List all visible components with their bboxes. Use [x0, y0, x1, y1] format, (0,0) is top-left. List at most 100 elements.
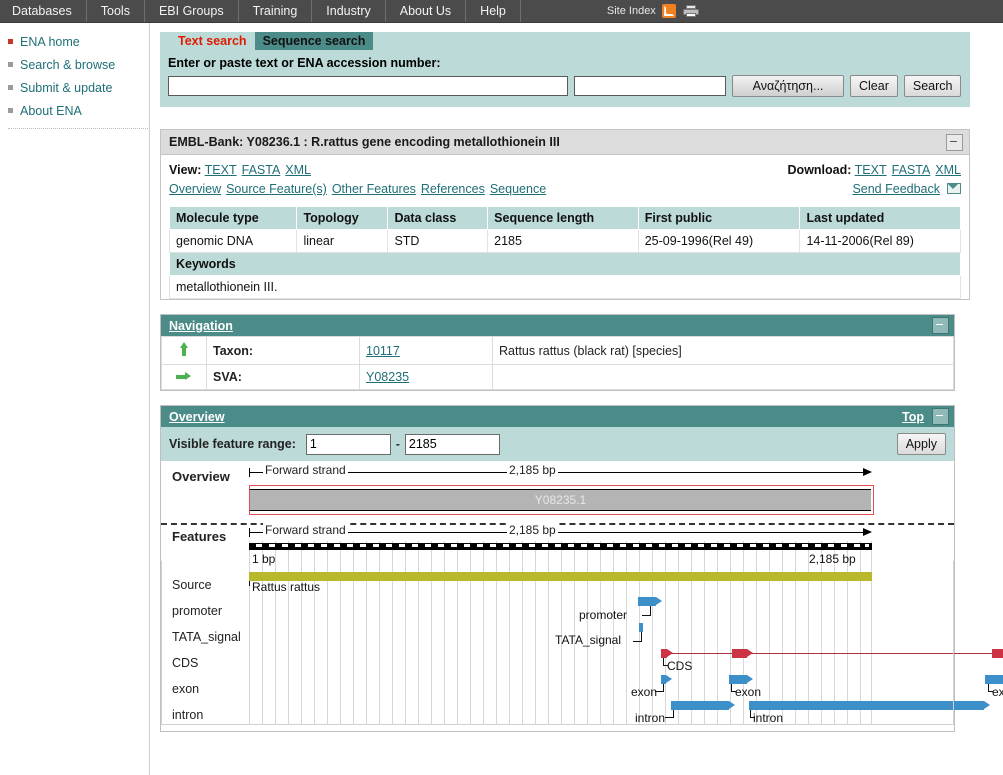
- feature-exon-bar[interactable]: [661, 675, 672, 684]
- nav-item-help[interactable]: Help: [466, 0, 521, 22]
- page-body: ENA home Search & browse Submit & update…: [0, 23, 1003, 775]
- download-xml-link[interactable]: XML: [935, 163, 961, 177]
- top-link[interactable]: Top: [902, 410, 924, 424]
- collapse-overview-button[interactable]: [932, 408, 949, 425]
- apply-range-button[interactable]: Apply: [896, 433, 946, 455]
- sidebar-item-ena-home[interactable]: ENA home: [8, 35, 149, 49]
- taxon-id-link[interactable]: 10117: [366, 344, 400, 358]
- browse-file-button[interactable]: Αναζήτηση...: [732, 75, 844, 97]
- bullet-icon: [8, 39, 13, 44]
- nav-item-about-us[interactable]: About Us: [386, 0, 467, 22]
- feature-promoter-label: promoter: [579, 608, 628, 622]
- overview-accession-label: Y08235.1: [534, 493, 587, 507]
- sva-id-link[interactable]: Y08235: [366, 370, 409, 384]
- track-label-tata-signal: TATA_signal: [172, 630, 241, 644]
- sva-id-cell: Y08235: [359, 364, 493, 390]
- feature-intron-tick-h: [665, 717, 674, 718]
- view-group: View: TEXT FASTA XML: [169, 163, 788, 177]
- link-references[interactable]: References: [421, 182, 485, 196]
- features-length-text: 2,185 bp: [507, 523, 558, 537]
- cell-topology: linear: [296, 229, 389, 253]
- feature-cds-block[interactable]: [732, 649, 753, 658]
- col-sequence-length: Sequence length: [487, 206, 639, 230]
- feature-exon-bar[interactable]: [985, 675, 1003, 684]
- link-source-features[interactable]: Source Feature(s): [226, 182, 327, 196]
- sidebar-item-submit-update[interactable]: Submit & update: [8, 81, 149, 95]
- nav-item-tools[interactable]: Tools: [87, 0, 145, 22]
- ruler-end-label: 2,185 bp: [809, 552, 856, 566]
- sidebar-item-label: Submit & update: [20, 81, 113, 95]
- feature-viewer: Overview Forward strand 2,185 bp Y08235.…: [161, 461, 1003, 731]
- view-text-link[interactable]: TEXT: [205, 163, 237, 177]
- print-icon[interactable]: [682, 5, 699, 17]
- feature-source-bar[interactable]: [249, 572, 872, 581]
- overview-strand-ruler: Forward strand 2,185 bp: [249, 463, 872, 477]
- clear-button[interactable]: Clear: [850, 75, 898, 97]
- range-from-input[interactable]: [305, 433, 391, 455]
- feature-cds-label: CDS: [667, 659, 693, 673]
- collapse-entry-button[interactable]: [946, 133, 963, 151]
- link-sequence[interactable]: Sequence: [490, 182, 546, 196]
- download-text-link[interactable]: TEXT: [855, 163, 887, 177]
- nav-item-training[interactable]: Training: [239, 0, 313, 22]
- nav-item-industry[interactable]: Industry: [312, 0, 386, 22]
- feature-intron-bar[interactable]: [749, 701, 990, 710]
- keywords-header: Keywords: [169, 252, 961, 276]
- top-navigation-bar: Databases Tools EBI Groups Training Indu…: [0, 0, 1003, 23]
- tab-text-search[interactable]: Text search: [170, 32, 255, 50]
- feature-intron-bar[interactable]: [671, 701, 735, 710]
- link-overview[interactable]: Overview: [169, 182, 221, 196]
- range-to-input[interactable]: [404, 433, 500, 455]
- collapse-navigation-button[interactable]: [932, 317, 949, 334]
- view-label: View:: [169, 163, 202, 177]
- table-row: genomic DNA linear STD 2185 25-09-1996(R…: [168, 229, 961, 253]
- rss-icon[interactable]: [661, 4, 676, 18]
- search-tab-row: Text search Sequence search: [160, 32, 970, 50]
- feedback-group[interactable]: Send Feedback: [852, 182, 961, 196]
- feature-cds-connector: [661, 653, 1003, 654]
- search-widget: Text search Sequence search Enter or pas…: [160, 32, 970, 107]
- view-xml-link[interactable]: XML: [285, 163, 311, 177]
- table-row: Taxon: 10117 Rattus rattus (black rat) […: [161, 336, 954, 365]
- track-label-promoter: promoter: [172, 604, 223, 618]
- feature-promoter-bar[interactable]: [638, 597, 662, 606]
- feature-exon-bar[interactable]: [729, 675, 753, 684]
- search-button[interactable]: Search: [903, 75, 962, 97]
- cell-last-updated: 14-11-2006(Rel 89): [799, 229, 961, 253]
- section-links-row: Overview Source Feature(s) Other Features R…: [169, 182, 961, 196]
- download-group: Download: TEXT FASTA XML: [788, 163, 961, 177]
- send-feedback-link[interactable]: Send Feedback: [852, 182, 940, 196]
- sidebar-list: ENA home Search & browse Submit & update…: [8, 35, 149, 118]
- feature-tata-signal-bar[interactable]: [639, 623, 643, 632]
- entry-panel: EMBL-Bank: Y08236.1 : R.rattus gene enco…: [160, 129, 970, 300]
- entry-panel-body: View: TEXT FASTA XML Download: TEXT FASTA XM…: [161, 155, 969, 299]
- bullet-icon: [8, 108, 13, 113]
- sidebar-item-about-ena[interactable]: About ENA: [8, 104, 149, 118]
- link-other-features[interactable]: Other Features: [332, 182, 416, 196]
- arrow-up-icon: [179, 342, 189, 356]
- col-first-public: First public: [637, 206, 801, 230]
- feature-cds-block[interactable]: [992, 649, 1003, 658]
- sidebar-item-label: Search & browse: [20, 58, 116, 72]
- sidebar: ENA home Search & browse Submit & update…: [0, 23, 150, 775]
- nav-item-ebi-groups[interactable]: EBI Groups: [145, 0, 239, 22]
- taxon-icon-cell: [161, 336, 207, 365]
- feature-intron-label: intron: [635, 711, 666, 725]
- search-input[interactable]: [168, 76, 568, 96]
- download-fasta-link[interactable]: FASTA: [892, 163, 931, 177]
- nav-item-databases[interactable]: Databases: [0, 0, 87, 22]
- site-index-label: Site Index: [606, 5, 656, 17]
- download-label: Download:: [787, 163, 852, 177]
- sidebar-item-search-browse[interactable]: Search & browse: [8, 58, 149, 72]
- site-index-group[interactable]: Site Index: [601, 0, 705, 22]
- tab-sequence-search[interactable]: Sequence search: [254, 32, 374, 50]
- taxon-label: Taxon:: [206, 336, 360, 365]
- col-data-class: Data class: [387, 206, 489, 230]
- overview-strand-text: Forward strand: [263, 463, 348, 477]
- feature-cds-block[interactable]: [661, 649, 673, 658]
- navigation-table: Taxon: 10117 Rattus rattus (black rat) […: [161, 336, 954, 390]
- view-fasta-link[interactable]: FASTA: [242, 163, 281, 177]
- range-separator: -: [395, 437, 400, 451]
- file-path-input[interactable]: [574, 76, 726, 96]
- taxon-id-cell: 10117: [359, 336, 493, 365]
